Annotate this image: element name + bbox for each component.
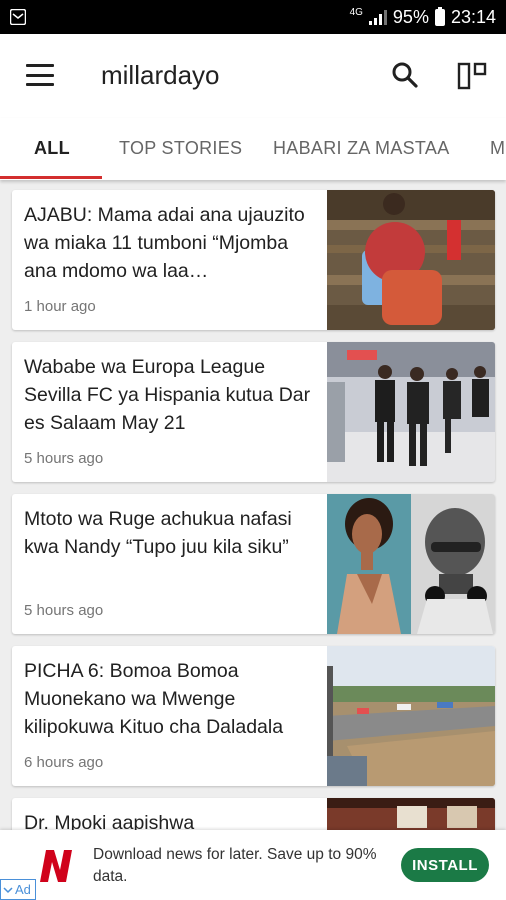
article-time: 5 hours ago bbox=[24, 450, 104, 467]
battery-percent: 95% bbox=[392, 6, 429, 27]
article-thumbnail bbox=[327, 646, 495, 786]
tab-top-stories[interactable]: TOP STORIES bbox=[119, 138, 242, 159]
article-time: 6 hours ago bbox=[24, 754, 104, 771]
article-card[interactable]: PICHA 6: Bomoa Bomoa Muonekano wa Mwenge… bbox=[12, 646, 495, 786]
ad-badge[interactable]: Ad bbox=[0, 879, 36, 900]
active-tab-indicator bbox=[0, 176, 102, 179]
network-type: 4G bbox=[349, 7, 363, 18]
view-layout-icon[interactable] bbox=[456, 58, 490, 92]
app-bar: millardayo bbox=[0, 34, 506, 118]
article-headline: AJABU: Mama adai ana ujauzito wa miaka 1… bbox=[24, 204, 305, 282]
tab-habari-za-mastaa[interactable]: HABARI ZA MASTAA bbox=[273, 138, 450, 159]
chevron-down-icon bbox=[3, 886, 13, 893]
news-app-logo bbox=[36, 846, 76, 884]
article-thumbnail bbox=[327, 494, 495, 634]
article-headline: Mtoto wa Ruge achukua nafasi kwa Nandy “… bbox=[24, 508, 292, 558]
battery-icon bbox=[434, 6, 445, 26]
status-bar: 4G 95% 23:14 bbox=[0, 0, 506, 34]
article-card[interactable]: Wababe wa Europa League Sevilla FC ya Hi… bbox=[12, 342, 495, 482]
ad-badge-label: Ad bbox=[15, 882, 31, 897]
notification-icon bbox=[10, 9, 26, 25]
article-time: 5 hours ago bbox=[24, 602, 104, 619]
article-thumbnail bbox=[327, 342, 495, 482]
ad-banner[interactable]: Download news for later. Save up to 90% … bbox=[0, 830, 506, 900]
menu-icon[interactable] bbox=[26, 64, 54, 86]
signal-icon bbox=[368, 9, 387, 25]
article-card[interactable]: AJABU: Mama adai ana ujauzito wa miaka 1… bbox=[12, 190, 495, 330]
article-thumbnail bbox=[327, 190, 495, 330]
search-icon[interactable] bbox=[390, 60, 420, 90]
clock: 23:14 bbox=[450, 6, 496, 27]
article-card[interactable]: Mtoto wa Ruge achukua nafasi kwa Nandy “… bbox=[12, 494, 495, 634]
tab-more[interactable]: M bbox=[490, 138, 505, 159]
install-button[interactable]: INSTALL bbox=[401, 848, 489, 882]
tab-all[interactable]: ALL bbox=[34, 138, 70, 159]
article-headline: PICHA 6: Bomoa Bomoa Muonekano wa Mwenge… bbox=[24, 660, 284, 738]
app-title: millardayo bbox=[101, 60, 220, 90]
article-headline: Wababe wa Europa League Sevilla FC ya Hi… bbox=[24, 356, 311, 434]
article-time: 1 hour ago bbox=[24, 298, 96, 315]
category-tabs: ALL TOP STORIES HABARI ZA MASTAA M bbox=[0, 118, 506, 180]
ad-text: Download news for later. Save up to 90% … bbox=[93, 846, 377, 885]
